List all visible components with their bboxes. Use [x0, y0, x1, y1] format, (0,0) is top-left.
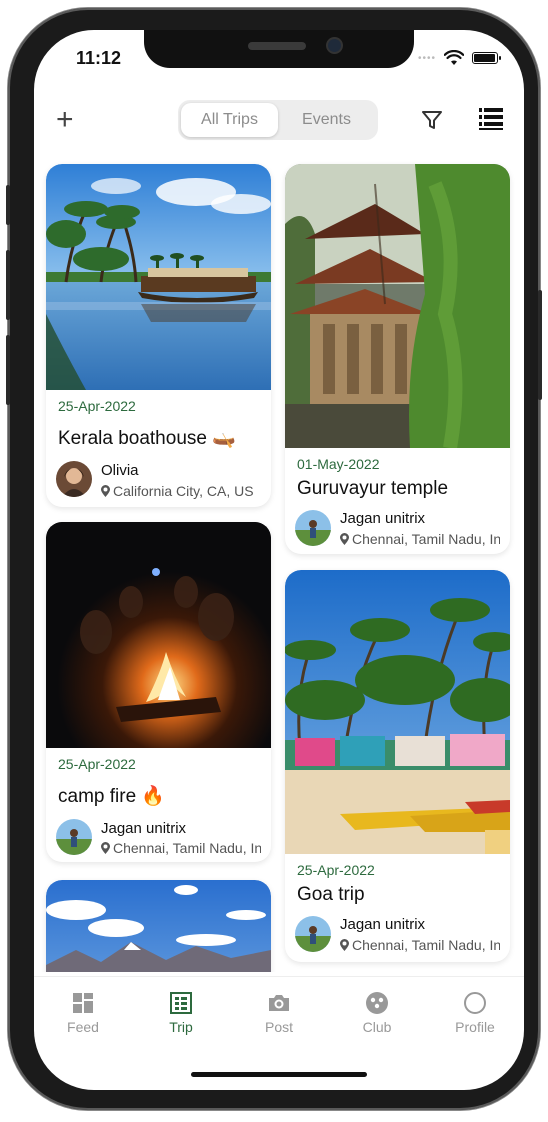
notch: [144, 30, 414, 68]
location-text: California City, CA, US: [113, 483, 254, 499]
top-bar: + All Trips Events: [34, 96, 524, 144]
filter-icon[interactable]: [420, 108, 444, 132]
trip-card[interactable]: 25-Apr-2022 Goa trip Jagan unitrix Chenn…: [285, 570, 510, 962]
signal-icon: ••••: [417, 52, 436, 64]
trip-title: Goa trip: [297, 884, 365, 905]
home-indicator[interactable]: [191, 1072, 367, 1077]
tab-label: Feed: [67, 1019, 99, 1035]
trip-title: Kerala boathouse 🛶: [58, 428, 236, 449]
trip-photo[interactable]: [285, 164, 510, 448]
profile-icon: [464, 992, 486, 1014]
trip-photo[interactable]: [46, 522, 271, 748]
tab-label: Post: [264, 1019, 293, 1035]
tab-label: Club: [362, 1019, 392, 1035]
avatar[interactable]: [295, 510, 331, 546]
location-text: Chennai, Tamil Nadu, India: [352, 531, 500, 547]
trip-title: Guruvayur temple: [297, 478, 449, 499]
phone-volume-down: [6, 335, 10, 405]
wifi-icon: [444, 50, 464, 65]
phone-mute-switch: [6, 185, 10, 225]
tab-post[interactable]: Post: [230, 977, 328, 1067]
phone-power-button: [538, 290, 542, 400]
list-icon[interactable]: [478, 106, 504, 132]
user-name[interactable]: Jagan unitrix: [101, 820, 186, 837]
trip-date: 25-Apr-2022: [297, 862, 375, 878]
plus-icon[interactable]: +: [56, 105, 74, 135]
location-text: Chennai, Tamil Nadu, India: [113, 840, 261, 856]
tab-all-trips[interactable]: All Trips: [181, 103, 278, 137]
location-pin-icon: [101, 842, 110, 854]
avatar[interactable]: [56, 461, 92, 497]
user-name[interactable]: Olivia: [101, 462, 139, 479]
tab-label: Profile: [455, 1019, 495, 1035]
trip-feed[interactable]: 25-Apr-2022 Kerala boathouse 🛶 Olivia Ca…: [34, 160, 524, 972]
camera-icon: [269, 995, 289, 1011]
trip-location: Chennai, Tamil Nadu, India: [340, 937, 500, 953]
front-camera: [328, 39, 341, 52]
battery-icon: [472, 52, 501, 64]
trip-photo[interactable]: [285, 570, 510, 854]
trip-date: 25-Apr-2022: [58, 756, 136, 772]
tab-label: Trip: [169, 1019, 193, 1035]
trip-photo[interactable]: [46, 164, 271, 390]
tab-trip[interactable]: Trip: [132, 977, 230, 1067]
tab-profile[interactable]: Profile: [426, 977, 524, 1067]
status-time: 11:12: [76, 48, 122, 68]
tab-events[interactable]: Events: [278, 103, 375, 137]
club-icon: [366, 992, 388, 1014]
user-name[interactable]: Jagan unitrix: [340, 916, 425, 933]
bottom-tab-bar: Feed Trip Post Club Profile: [34, 976, 524, 1067]
trip-icon: [170, 992, 192, 1014]
tab-club[interactable]: Club: [328, 977, 426, 1067]
trip-card[interactable]: 01-May-2022 Guruvayur temple Jagan unitr…: [285, 164, 510, 554]
grid-icon: [73, 993, 93, 1013]
trip-location: Chennai, Tamil Nadu, India: [340, 531, 500, 547]
location-pin-icon: [340, 939, 349, 951]
user-name[interactable]: Jagan unitrix: [340, 510, 425, 527]
trip-date: 25-Apr-2022: [58, 398, 136, 414]
trip-photo[interactable]: [46, 880, 271, 972]
trip-date: 01-May-2022: [297, 456, 380, 472]
trip-card[interactable]: [46, 880, 271, 972]
status-icons: ••••: [417, 50, 501, 66]
location-text: Chennai, Tamil Nadu, India: [352, 937, 500, 953]
app-screen: 11:12 •••• + All Trips Events 25-Apr-202…: [34, 30, 524, 1090]
location-pin-icon: [340, 533, 349, 545]
trip-location: California City, CA, US: [101, 483, 261, 499]
trip-title: camp fire 🔥: [58, 786, 166, 807]
trip-card[interactable]: 25-Apr-2022 camp fire 🔥 Jagan unitrix Ch…: [46, 522, 271, 862]
avatar[interactable]: [56, 819, 92, 855]
tab-feed[interactable]: Feed: [34, 977, 132, 1067]
speaker: [248, 42, 306, 50]
trip-location: Chennai, Tamil Nadu, India: [101, 840, 261, 856]
segmented-control: All Trips Events: [178, 100, 378, 140]
avatar[interactable]: [295, 916, 331, 952]
trip-card[interactable]: 25-Apr-2022 Kerala boathouse 🛶 Olivia Ca…: [46, 164, 271, 507]
phone-volume-up: [6, 250, 10, 320]
location-pin-icon: [101, 485, 110, 497]
